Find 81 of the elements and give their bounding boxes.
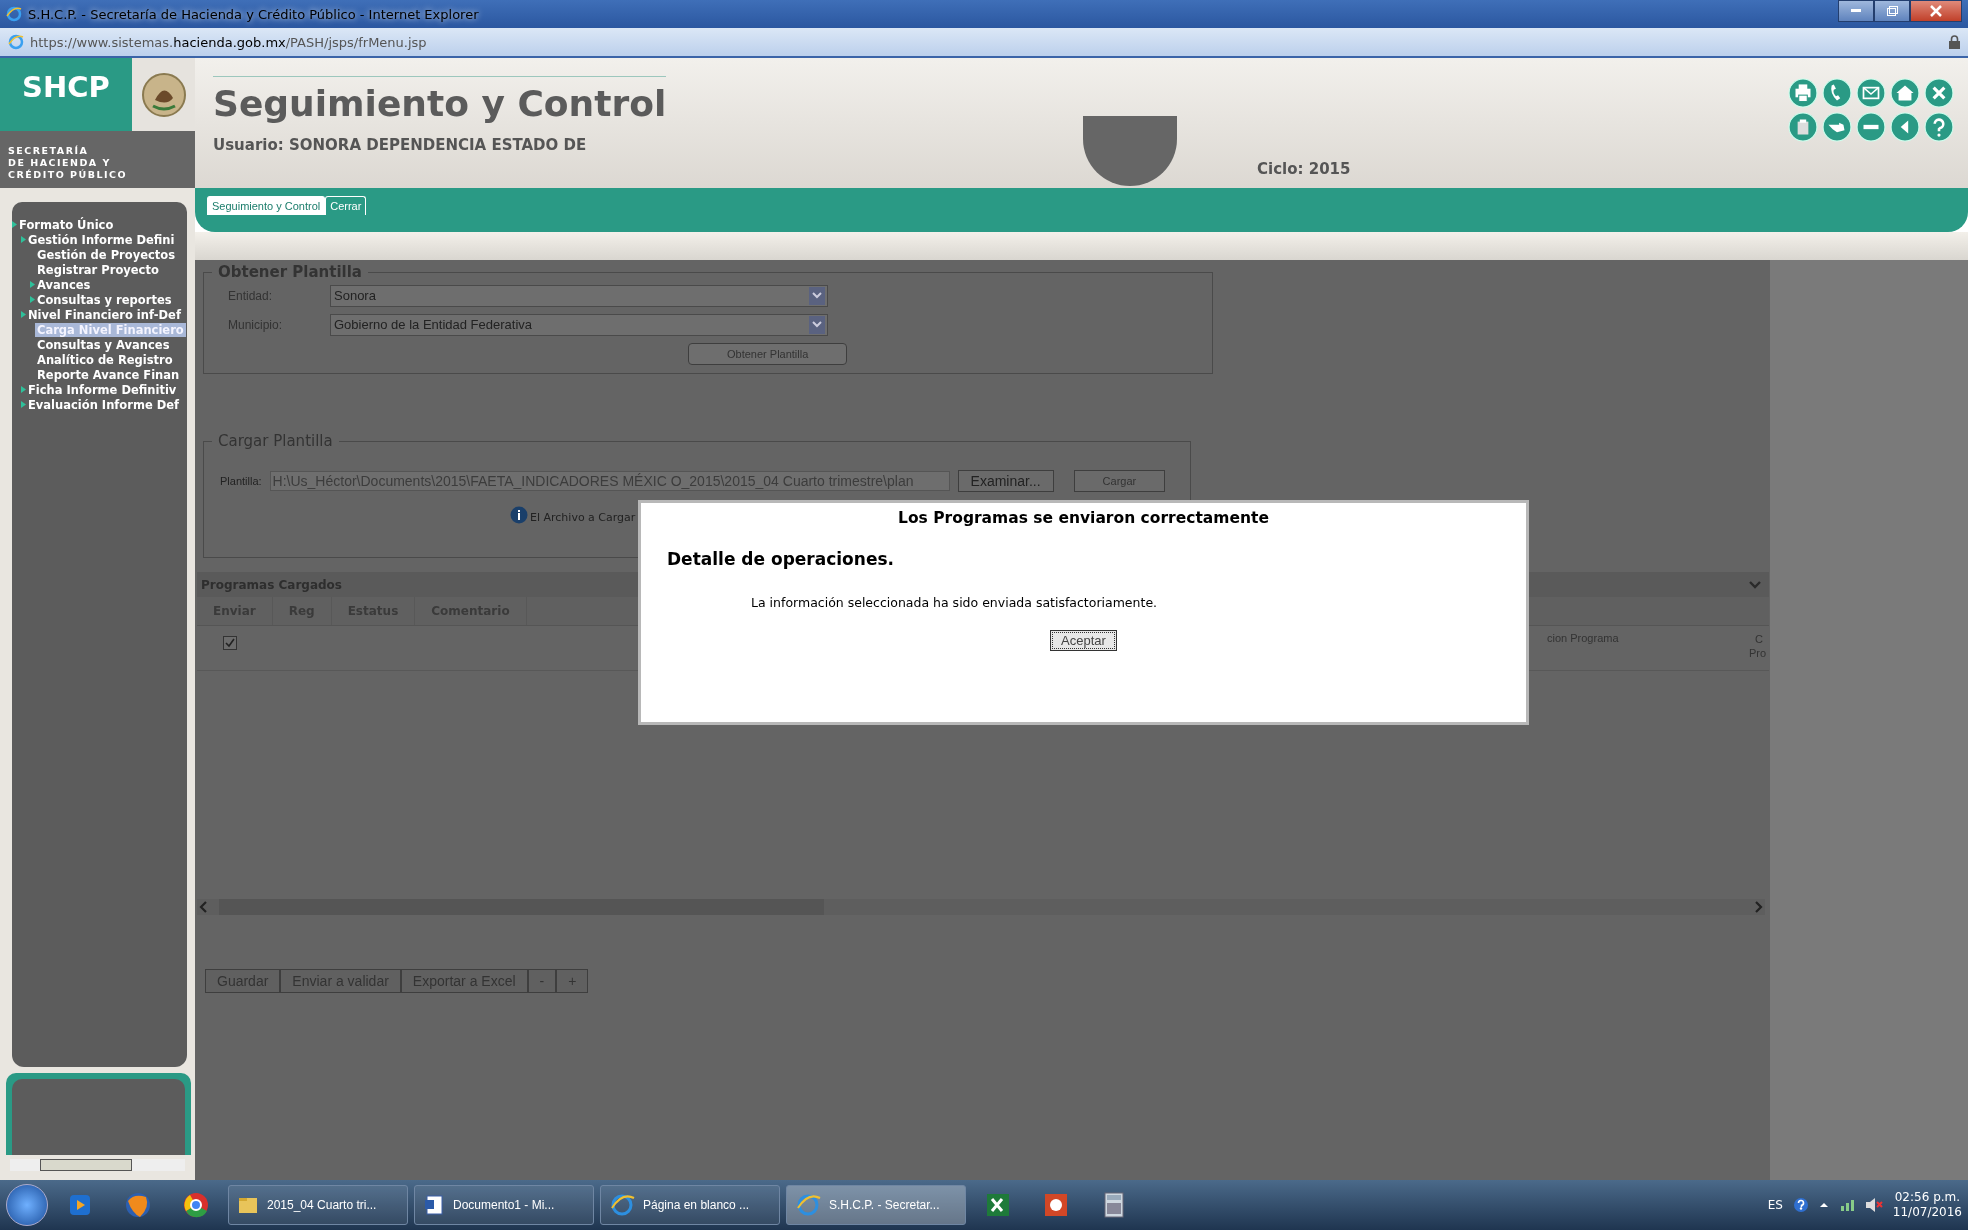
taskbar-button[interactable]: 2015_04 Cuarto tri... (228, 1185, 408, 1225)
taskbar-button[interactable]: S.H.C.P. - Secretar... (786, 1185, 966, 1225)
print-icon[interactable] (1788, 78, 1818, 108)
tab[interactable]: Seguimiento y Control (207, 196, 326, 215)
user-label: Usuario: SONORA DEPENDENCIA ESTADO DE (213, 136, 588, 154)
dialog-message: La información seleccionada ha sido enviada satisfactoriamente. (751, 595, 1159, 610)
menu-item[interactable]: Evaluación Informe Def (26, 397, 182, 412)
emblem-icon (140, 71, 187, 118)
menu-item[interactable]: Consultas y Avances (35, 337, 172, 352)
menu-item[interactable]: Formato Único (17, 217, 116, 232)
lock-icon (1949, 35, 1960, 49)
expand-arrow-icon[interactable] (21, 386, 26, 393)
menu-item[interactable]: Reporte Avance Finan (35, 367, 182, 382)
scrollbar[interactable] (10, 1159, 185, 1171)
horizontal-scrollbar[interactable] (197, 899, 1765, 915)
mail-icon[interactable] (1856, 78, 1886, 108)
expand-arrow-icon[interactable] (12, 221, 17, 228)
close-button[interactable] (1910, 0, 1962, 22)
browser-icon[interactable] (182, 1191, 210, 1219)
expand-arrow-icon[interactable] (30, 296, 35, 303)
field-label: Plantilla: (219, 475, 262, 487)
info-text: El Archivo a Cargar (530, 511, 636, 524)
dialog-title: Los Programas se enviaron correctamente (897, 509, 1270, 527)
expand-arrow-icon[interactable] (21, 236, 26, 243)
cycle-label: Ciclo: 2015 (1257, 160, 1351, 178)
info-icon (510, 506, 528, 524)
calculator-icon[interactable] (1103, 1192, 1125, 1218)
minus-icon[interactable] (1856, 112, 1886, 142)
minimize-button[interactable] (1838, 0, 1874, 22)
menu-item[interactable]: Registrar Proyecto (35, 262, 161, 277)
menu-item[interactable]: Analítico de Registro (35, 352, 175, 367)
dialog-heading: Detalle de operaciones. (667, 549, 895, 569)
logo-acronym: SHCP (21, 69, 111, 106)
logo-subtitle: CRÉDITO PÚBLICO (8, 169, 129, 181)
clock-date: 11/07/2016 (1892, 1205, 1962, 1220)
chevron-down-icon[interactable] (1749, 580, 1761, 589)
help-icon[interactable] (1792, 1197, 1809, 1213)
language-indicator[interactable]: ES (1767, 1198, 1783, 1212)
phone-icon[interactable] (1822, 78, 1852, 108)
close-icon[interactable] (1924, 78, 1954, 108)
taskbar-button[interactable]: Página en blanco ... (600, 1185, 780, 1225)
minimize-icon (1851, 9, 1861, 13)
browser-icon (609, 1194, 635, 1216)
menu-item[interactable]: Gestión Informe Defini (26, 232, 177, 247)
logo-subtitle: DE HACIENDA Y (8, 157, 112, 169)
restore-icon (1886, 6, 1898, 16)
menu-item[interactable]: Avances (35, 277, 93, 292)
restore-button[interactable] (1874, 0, 1910, 22)
browser-icon (795, 1194, 821, 1216)
clock-time: 02:56 p.m. (1894, 1190, 1961, 1205)
media-player-icon[interactable] (68, 1193, 92, 1217)
browser-icon (8, 34, 24, 50)
menu-item[interactable]: Ficha Informe Definitiv (26, 382, 179, 397)
back-icon[interactable] (1890, 112, 1920, 142)
expand-arrow-icon[interactable] (21, 311, 26, 318)
globe-icon[interactable] (124, 1191, 152, 1219)
page-title: Seguimiento y Control (213, 76, 667, 124)
clipboard-icon[interactable] (1788, 112, 1818, 142)
menu-item[interactable]: Nivel Financiero inf-Def (26, 307, 183, 322)
start-button[interactable] (6, 1184, 48, 1226)
speaker-muted-icon[interactable] (1864, 1197, 1883, 1213)
home-icon[interactable] (1890, 78, 1920, 108)
up-arrow-icon[interactable] (1818, 1200, 1829, 1210)
window-title: S.H.C.P. - Secretaría de Hacienda y Crédito Público - Internet Explorer (28, 6, 479, 22)
spreadsheet-icon[interactable] (984, 1192, 1012, 1218)
expand-arrow-icon[interactable] (30, 281, 35, 288)
address-field[interactable]: https://www.sistemas.hacienda.gob.mx/PASH/jsps/frMenu.jsp (30, 34, 427, 50)
network-icon[interactable] (1838, 1197, 1855, 1213)
chevron-down-icon (812, 292, 822, 299)
browser-icon (6, 6, 22, 22)
menu-item[interactable]: Gestión de Proyectos (35, 247, 177, 262)
accept-button[interactable]: Aceptar (1050, 630, 1117, 651)
taskbar-button[interactable]: Documento1 - Mi... (414, 1185, 594, 1225)
logo-subtitle: SECRETARÍA (8, 145, 90, 157)
document-icon (423, 1194, 445, 1216)
tab[interactable]: Cerrar (325, 196, 367, 215)
checkbox[interactable] (223, 636, 237, 650)
close-icon (1930, 5, 1942, 17)
chevron-down-icon (812, 321, 822, 328)
menu-item[interactable]: Consultas y reportes (35, 292, 174, 307)
expand-arrow-icon[interactable] (21, 401, 26, 408)
